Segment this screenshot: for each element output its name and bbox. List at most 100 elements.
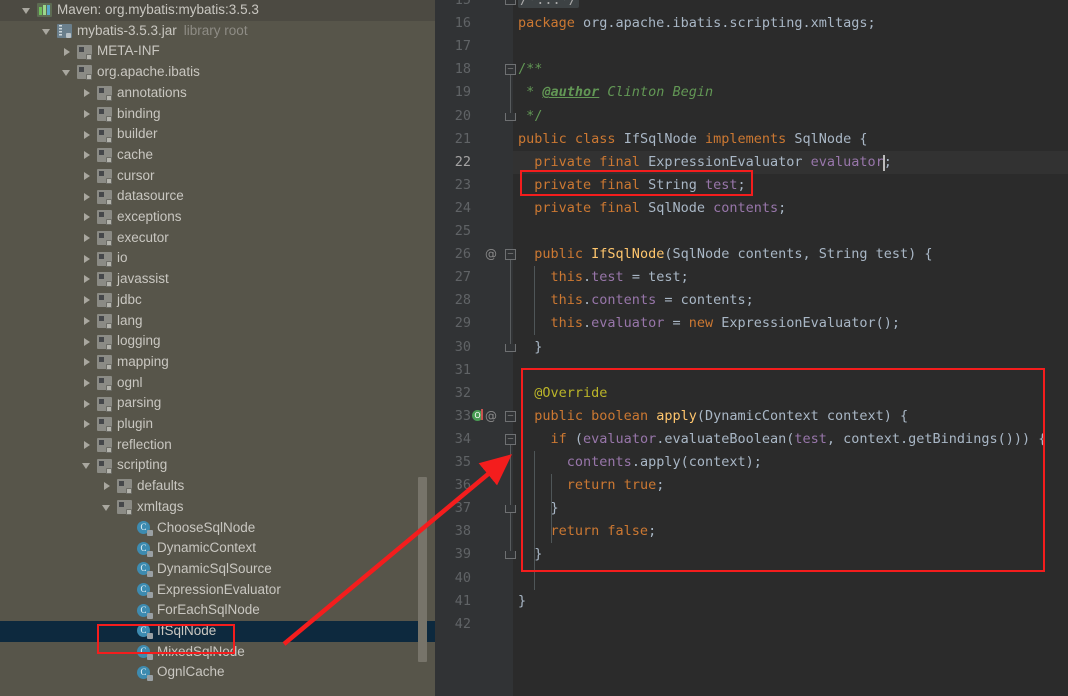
chevron-right-icon[interactable] [82,88,93,99]
code-line-38[interactable]: 38 return false; [435,520,1068,543]
tree-item-scripting[interactable]: scripting [0,455,435,476]
tree-item-logging[interactable]: logging [0,331,435,352]
code-line-36[interactable]: 36 return true; [435,474,1068,497]
chevron-down-icon[interactable] [102,502,113,513]
collapsed-comment-placeholder[interactable]: /*...*/ [518,0,579,8]
annotation-gutter-icon[interactable]: @ [485,405,497,428]
tree-item-datasource[interactable]: datasource [0,186,435,207]
code-line-30[interactable]: 30 } [435,336,1068,359]
code-line-31[interactable]: 31 [435,359,1068,382]
tree-item-mixedsqlnode[interactable]: C MixedSqlNode [0,642,435,663]
tree-item-binding[interactable]: binding [0,104,435,125]
annotation-gutter-icon[interactable]: @ [485,243,497,266]
tree-item-maven-org-mybatis-mybatis-3-5-3[interactable]: Maven: org.mybatis:mybatis:3.5.3 [0,0,435,21]
code-line-39[interactable]: 39 } [435,543,1068,566]
tree-item-expressionevaluator[interactable]: C ExpressionEvaluator [0,580,435,601]
fold-end-icon[interactable] [505,343,516,352]
chevron-right-icon[interactable] [82,398,93,409]
chevron-right-icon[interactable] [82,191,93,202]
fold-collapse-icon[interactable]: – [505,64,516,76]
tree-item-defaults[interactable]: defaults [0,476,435,497]
code-line-27[interactable]: 27 this.test = test; [435,266,1068,289]
chevron-right-icon[interactable] [82,129,93,140]
tree-item-dynamicsqlsource[interactable]: C DynamicSqlSource [0,559,435,580]
tree-item-plugin[interactable]: plugin [0,414,435,435]
tree-item-org-apache-ibatis[interactable]: org.apache.ibatis [0,62,435,83]
tree-item-cursor[interactable]: cursor [0,166,435,187]
tree-item-ognl[interactable]: ognl [0,373,435,394]
code-line-29[interactable]: 29 this.evaluator = new ExpressionEvalua… [435,312,1068,335]
code-line-17[interactable]: 17 [435,35,1068,58]
chevron-down-icon[interactable] [62,67,73,78]
chevron-right-icon[interactable] [82,150,93,161]
chevron-right-icon[interactable] [82,315,93,326]
tree-item-dynamiccontext[interactable]: C DynamicContext [0,538,435,559]
tree-item-parsing[interactable]: parsing [0,393,435,414]
chevron-right-icon[interactable] [82,295,93,306]
tree-item-exceptions[interactable]: exceptions [0,207,435,228]
chevron-right-icon[interactable] [82,336,93,347]
project-tree-panel[interactable]: Maven: org.mybatis:mybatis:3.5.3 mybatis-… [0,0,435,696]
chevron-right-icon[interactable] [82,274,93,285]
tree-item-xmltags[interactable]: xmltags [0,497,435,518]
code-line-16[interactable]: 16 package org.apache.ibatis.scripting.xm… [435,12,1068,35]
fold-collapse-icon[interactable]: – [505,410,516,422]
tree-item-cache[interactable]: cache [0,145,435,166]
code-line-41[interactable]: 41} [435,590,1068,613]
fold-end-icon[interactable] [505,112,516,121]
chevron-right-icon[interactable] [82,357,93,368]
tree-item-builder[interactable]: builder [0,124,435,145]
code-line-26[interactable]: 26 @ – public IfSqlNode(SqlNode contents, … [435,243,1068,266]
tree-item-executor[interactable]: executor [0,228,435,249]
chevron-right-icon[interactable] [62,46,73,57]
code-line-15[interactable]: 15 /*...*/ [435,0,1068,12]
code-line-23[interactable]: 23 private final String test; [435,174,1068,197]
chevron-right-icon[interactable] [82,170,93,181]
tree-item-reflection[interactable]: reflection [0,435,435,456]
fold-end-icon[interactable] [505,0,516,5]
code-line-20[interactable]: 20 */ [435,105,1068,128]
chevron-right-icon[interactable] [82,419,93,430]
code-line-35[interactable]: 35 contents.apply(context); [435,451,1068,474]
chevron-down-icon[interactable] [42,26,53,37]
chevron-right-icon[interactable] [102,481,113,492]
chevron-right-icon[interactable] [82,233,93,244]
code-line-28[interactable]: 28 this.contents = contents; [435,289,1068,312]
code-line-19[interactable]: 19 * @author Clinton Begin [435,81,1068,104]
code-line-25[interactable]: 25 [435,220,1068,243]
tree-item-ognlcache[interactable]: C OgnlCache [0,662,435,683]
chevron-right-icon[interactable] [82,253,93,264]
code-line-21[interactable]: 21 public class IfSqlNode implements SqlN… [435,128,1068,151]
tree-item-choosesqlnode[interactable]: C ChooseSqlNode [0,518,435,539]
tree-item-mybatis-3-5-3-jar[interactable]: mybatis-3.5.3.jar library root [0,21,435,42]
code-editor[interactable]: 15 /*...*/ 16 package org.apache.ibatis.scr… [435,0,1068,696]
tree-item-ifsqlnode[interactable]: C IfSqlNode [0,621,435,642]
fold-end-icon[interactable] [505,505,516,514]
code-line-32[interactable]: 32 @Override [435,382,1068,405]
chevron-right-icon[interactable] [82,377,93,388]
tree-item-annotations[interactable]: annotations [0,83,435,104]
code-line-34[interactable]: 34 – if (evaluator.evaluateBoolean(test, … [435,428,1068,451]
chevron-right-icon[interactable] [82,212,93,223]
code-line-40[interactable]: 40 [435,567,1068,590]
chevron-right-icon[interactable] [82,440,93,451]
code-line-37[interactable]: 37 } [435,497,1068,520]
tree-item-mapping[interactable]: mapping [0,352,435,373]
tree-vertical-scrollbar[interactable] [418,477,427,662]
tree-item-lang[interactable]: lang [0,311,435,332]
code-line-33[interactable]: 33 @ O – public boolean apply(DynamicContex… [435,405,1068,428]
chevron-down-icon[interactable] [22,5,33,16]
fold-collapse-icon[interactable]: – [505,433,516,445]
code-line-18[interactable]: 18 –/** [435,58,1068,81]
tree-item-io[interactable]: io [0,248,435,269]
tree-item-jdbc[interactable]: jdbc [0,290,435,311]
chevron-right-icon[interactable] [82,108,93,119]
fold-collapse-icon[interactable]: – [505,249,516,261]
tree-item-foreachsqlnode[interactable]: C ForEachSqlNode [0,600,435,621]
tree-item-javassist[interactable]: javassist [0,269,435,290]
fold-end-icon[interactable] [505,551,516,560]
chevron-down-icon[interactable] [82,460,93,471]
tree-item-meta-inf[interactable]: META-INF [0,41,435,62]
code-line-22[interactable]: 22 private final ExpressionEvaluator eva… [435,151,1068,174]
code-line-24[interactable]: 24 private final SqlNode contents; [435,197,1068,220]
